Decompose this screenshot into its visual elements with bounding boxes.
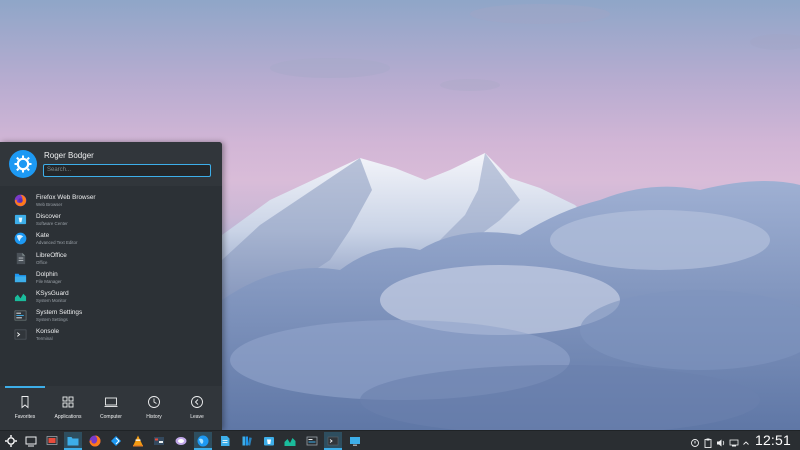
notifications-icon[interactable] [690, 434, 700, 447]
settings-icon [14, 310, 27, 321]
list-item-libreoffice[interactable]: LibreOffice Office [0, 249, 222, 268]
desktop-icon [25, 436, 37, 447]
settings-icon [306, 436, 318, 446]
konsole-icon [14, 329, 27, 340]
taskbar-vlc[interactable] [129, 432, 147, 450]
ksysguard-icon [284, 438, 296, 446]
konsole-icon [327, 436, 339, 446]
kde-gear-icon [14, 155, 32, 173]
tab-leave[interactable]: Leave [175, 386, 219, 430]
media-icon [175, 437, 187, 445]
arrow-left-icon [191, 396, 203, 408]
taskbar-system-settings[interactable] [303, 432, 321, 450]
firefox-icon [89, 435, 101, 447]
list-item-dolphin[interactable]: Dolphin File Manager [0, 268, 222, 287]
launcher-tab-bar: Favorites Applications Computer History … [0, 386, 222, 430]
taskbar-monitor-window[interactable] [346, 432, 364, 450]
user-name: Roger Bodger [44, 151, 94, 160]
tab-favorites[interactable]: Favorites [3, 386, 47, 430]
discover-icon [14, 215, 27, 225]
screen-icon [350, 437, 360, 446]
launcher-header: Roger Bodger Search... [0, 142, 222, 186]
computer-icon [104, 397, 118, 407]
video-editor-icon [154, 437, 164, 445]
list-item-firefox[interactable]: Firefox Web Browser Web Browser [0, 191, 222, 210]
application-launcher-menu: Roger Bodger Search... Firefox Web Brows… [0, 142, 222, 430]
audio-volume-icon[interactable] [716, 434, 726, 447]
list-item-konsole[interactable]: Konsole Terminal [0, 325, 222, 344]
taskbar-ksysguard[interactable] [281, 432, 299, 450]
taskbar: 12:51 [0, 430, 800, 450]
clock-icon [148, 396, 160, 408]
globe-icon [197, 435, 209, 447]
document-icon [221, 436, 230, 446]
show-desktop-button[interactable] [22, 432, 40, 450]
steam-icon [111, 436, 121, 446]
tab-applications[interactable]: Applications [46, 386, 90, 430]
dolphin-icon [14, 273, 27, 282]
firefox-icon [14, 194, 27, 207]
taskbar-discover[interactable] [260, 432, 278, 450]
taskbar-browser-globe[interactable] [194, 432, 212, 450]
clipboard-icon[interactable] [703, 434, 713, 448]
user-avatar[interactable] [9, 150, 37, 178]
list-item-system-settings[interactable]: System Settings System Settings [0, 306, 222, 325]
search-input[interactable]: Search... [43, 164, 211, 177]
taskbar-document[interactable] [216, 432, 234, 450]
kate-icon [14, 233, 27, 245]
bookmark-icon [21, 396, 29, 409]
taskbar-system-monitor[interactable] [43, 432, 61, 450]
list-item-discover[interactable]: Discover Software Center [0, 210, 222, 229]
folder-icon [67, 437, 79, 446]
tray-expand-icon[interactable] [741, 434, 751, 446]
monitor-icon [46, 436, 58, 445]
books-icon [242, 436, 252, 446]
kde-logo-icon [5, 435, 17, 447]
taskbar-dolphin[interactable] [64, 432, 82, 450]
tab-history[interactable]: History [132, 386, 176, 430]
taskbar-media-player[interactable] [172, 432, 190, 450]
taskbar-kdenlive[interactable] [150, 432, 168, 450]
list-item-kate[interactable]: Kate Advanced Text Editor [0, 229, 222, 248]
taskbar-firefox[interactable] [86, 432, 104, 450]
vlc-icon [133, 435, 143, 447]
digital-clock[interactable]: 12:51 [755, 432, 791, 448]
network-icon[interactable] [729, 434, 739, 447]
application-launcher-button[interactable] [2, 432, 20, 450]
discover-icon [264, 437, 274, 446]
tab-computer[interactable]: Computer [89, 386, 133, 430]
favorites-list: Firefox Web Browser Web Browser Discover… [0, 191, 222, 345]
ksysguard-icon [14, 291, 27, 302]
libreoffice-icon [16, 252, 26, 264]
taskbar-steam[interactable] [107, 432, 125, 450]
taskbar-konsole[interactable] [324, 432, 342, 450]
taskbar-books[interactable] [238, 432, 256, 450]
list-item-ksysguard[interactable]: KSysGuard System Monitor [0, 287, 222, 306]
grid-icon [62, 396, 74, 408]
